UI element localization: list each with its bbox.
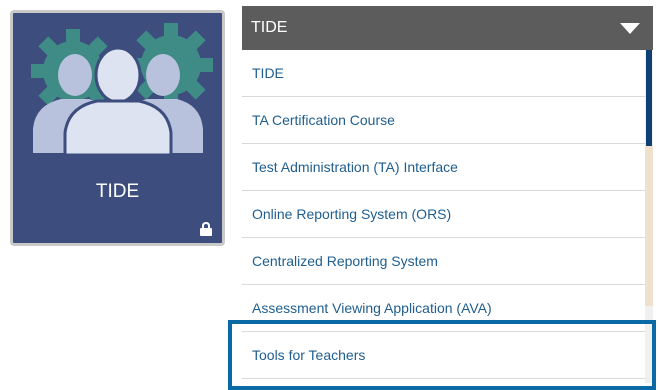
users-gears-icon <box>31 23 213 157</box>
tide-tile[interactable]: TIDE <box>10 10 225 246</box>
menu-item-tide[interactable]: TIDE <box>242 50 645 97</box>
dropdown-menu: TIDE TA Certification Course Test Admini… <box>242 50 645 379</box>
lock-icon <box>200 222 212 236</box>
menu-item-ors[interactable]: Online Reporting System (ORS) <box>242 191 645 238</box>
caret-down-icon <box>620 23 640 34</box>
dropdown-selected: TIDE <box>251 19 288 36</box>
dropdown-toggle[interactable]: TIDE <box>242 6 653 50</box>
menu-item-ava[interactable]: Assessment Viewing Application (AVA) <box>242 285 645 332</box>
scrollbar-thumb[interactable] <box>646 50 652 146</box>
menu-item-ta-interface[interactable]: Test Administration (TA) Interface <box>242 144 645 191</box>
tile-label: TIDE <box>95 181 140 202</box>
menu-item-tools-for-teachers[interactable]: Tools for Teachers <box>242 332 645 379</box>
app-dropdown: TIDE TIDE TA Certification Course Test A… <box>242 6 653 383</box>
menu-item-ta-certification-course[interactable]: TA Certification Course <box>242 97 645 144</box>
background-panel-edge <box>645 146 653 306</box>
menu-item-centralized-reporting[interactable]: Centralized Reporting System <box>242 238 645 285</box>
